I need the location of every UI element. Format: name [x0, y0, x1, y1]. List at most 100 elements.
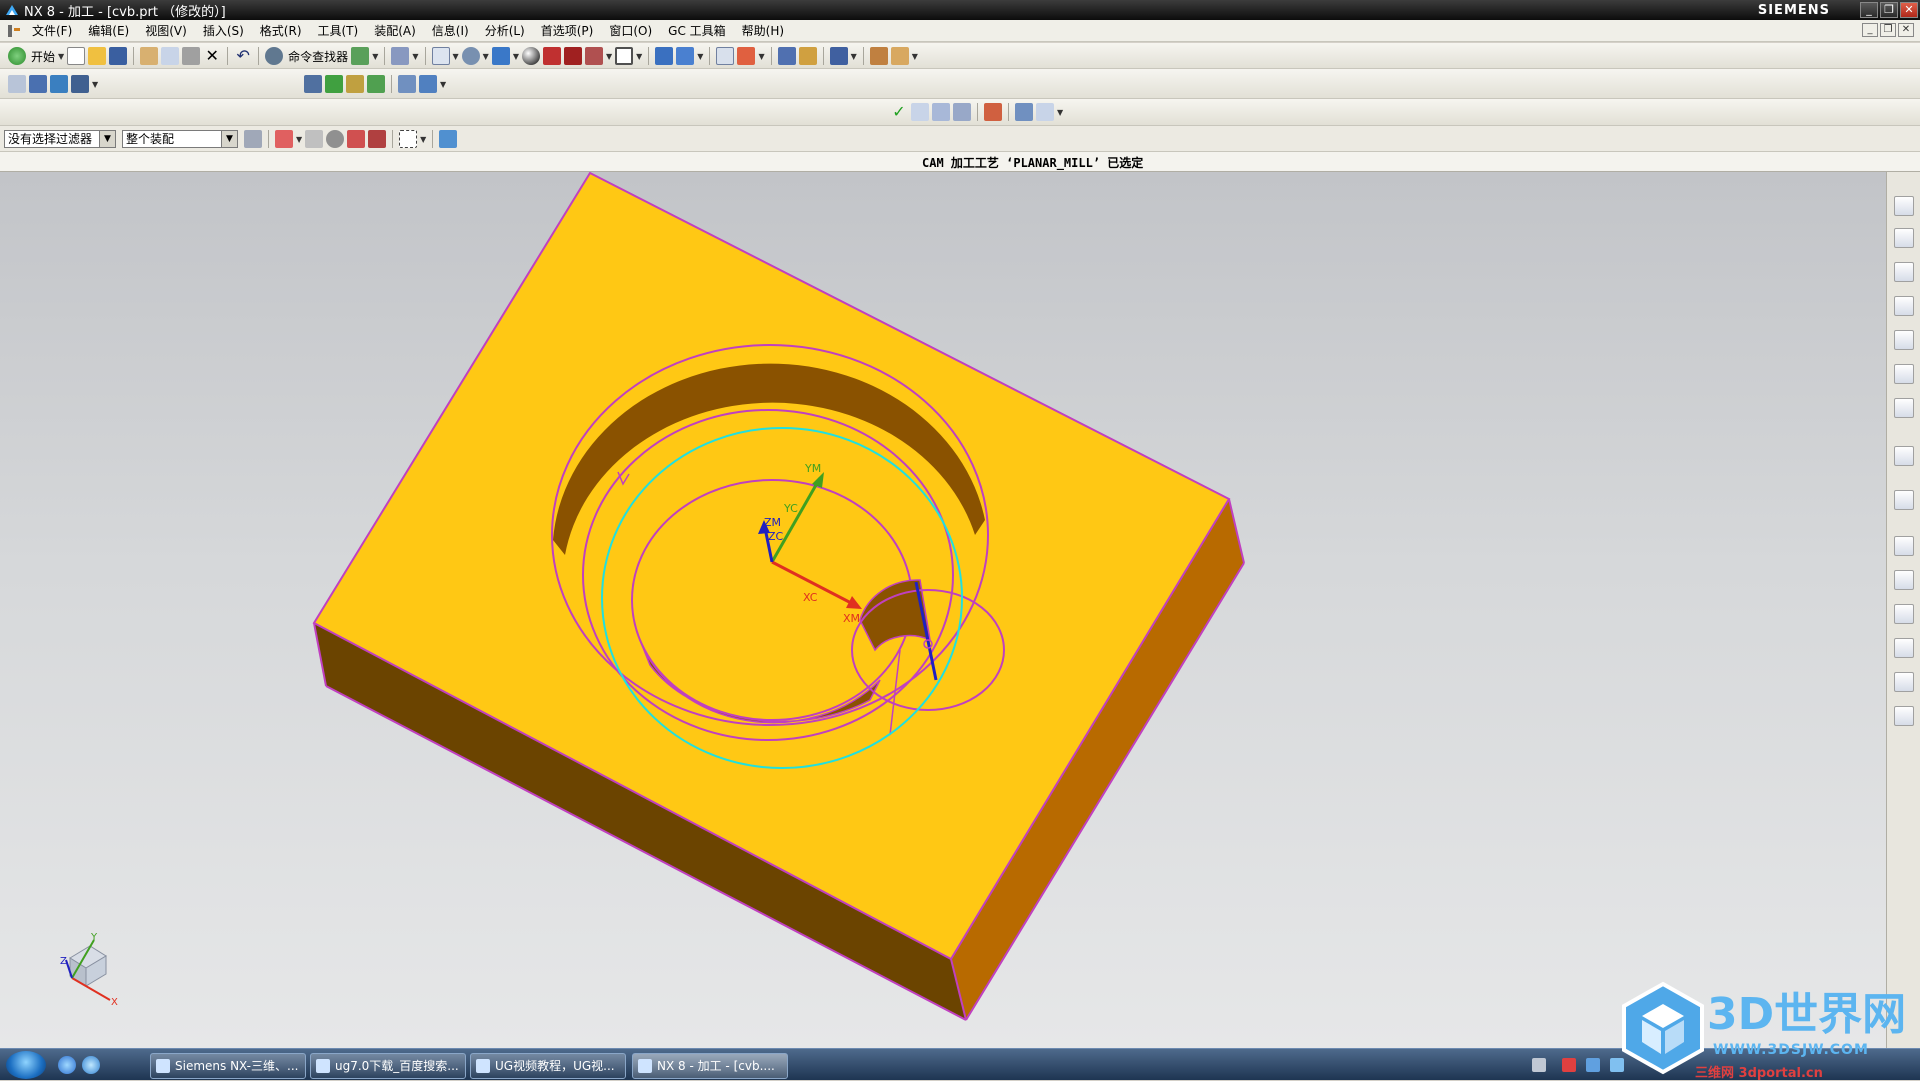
arrow-return-icon[interactable] [305, 130, 324, 148]
list-toolpath-icon[interactable] [346, 75, 364, 93]
menu-view[interactable]: 视图(V) [137, 22, 195, 39]
start-icon[interactable] [8, 47, 26, 65]
menu-edit[interactable]: 编辑(E) [80, 22, 137, 39]
command-finder-button[interactable]: 命令查找器 [288, 48, 348, 65]
ruler-icon[interactable] [869, 47, 888, 65]
menu-tools[interactable]: 工具(T) [310, 22, 367, 39]
ie-icon[interactable] [58, 1056, 76, 1074]
chevron-down-icon[interactable]: ▼ [606, 52, 612, 61]
move-icon[interactable] [829, 47, 848, 65]
palette-library-icon[interactable] [1894, 398, 1914, 418]
minimize-button[interactable]: _ [1860, 2, 1878, 18]
chevron-down-icon[interactable]: ▼ [296, 135, 302, 144]
doc-close-button[interactable]: ✕ [1898, 23, 1914, 37]
undo-icon[interactable]: ↶ [234, 47, 252, 65]
flag-icon[interactable] [984, 103, 1002, 121]
web-browser-icon[interactable] [1894, 446, 1914, 466]
tray-network-icon[interactable] [1586, 1058, 1600, 1072]
display-icon[interactable] [1015, 103, 1033, 121]
selection-icon[interactable] [391, 47, 410, 65]
taskbar-button-2[interactable]: ug7.0下载_百度搜索... [310, 1053, 466, 1079]
export-icon[interactable] [1036, 103, 1054, 121]
part-navigator-icon[interactable] [1894, 262, 1914, 282]
rotate-view-icon[interactable] [461, 47, 480, 65]
reuse-library-icon[interactable] [1894, 364, 1914, 384]
menu-format[interactable]: 格式(R) [252, 22, 310, 39]
doc-restore-button[interactable]: ❐ [1880, 23, 1896, 37]
wireframe-cube-icon[interactable] [584, 47, 603, 65]
network-icon[interactable] [777, 47, 796, 65]
menu-information[interactable]: 信息(I) [424, 22, 477, 39]
roles-icon[interactable] [1894, 672, 1914, 692]
type-filter-select[interactable]: 没有选择过滤器 ▼ [4, 130, 116, 148]
chevron-down-icon[interactable]: ▼ [92, 80, 98, 89]
chevron-down-icon[interactable]: ▼ [440, 80, 446, 89]
replay-toolpath-icon[interactable] [325, 75, 343, 93]
delete-icon[interactable]: ✕ [203, 47, 221, 65]
postprocess-icon[interactable] [398, 75, 416, 93]
create-method-icon[interactable] [71, 75, 89, 93]
operation-3-icon[interactable] [953, 103, 971, 121]
box-select-icon[interactable] [399, 130, 418, 148]
analysis-icon[interactable] [716, 47, 735, 65]
chevron-down-icon[interactable]: ▼ [513, 52, 519, 61]
keyboard-icon[interactable] [1532, 1058, 1546, 1072]
save-icon[interactable] [109, 47, 128, 65]
machine-tool-navigator-icon[interactable] [1894, 228, 1914, 248]
general-selection-icon[interactable] [244, 130, 262, 148]
chevron-down-icon[interactable]: ▼ [912, 52, 918, 61]
snap-icon[interactable] [655, 47, 674, 65]
wand-icon[interactable] [368, 130, 387, 148]
cut-icon[interactable] [140, 47, 159, 65]
measure-icon[interactable] [737, 47, 756, 65]
feature-navigator-icon[interactable] [1894, 330, 1914, 350]
menu-gc-toolkit[interactable]: GC 工具箱 [660, 22, 734, 39]
chevron-down-icon[interactable]: ▼ [453, 52, 459, 61]
layer-box-icon[interactable] [615, 47, 634, 65]
maximize-button[interactable]: ❐ [1880, 2, 1898, 18]
menu-file[interactable]: 文件(F) [24, 22, 80, 39]
menu-window[interactable]: 窗口(O) [601, 22, 660, 39]
operation-1-icon[interactable] [911, 103, 929, 121]
palette-icon[interactable] [890, 47, 909, 65]
taskbar-button-4[interactable]: NX 8 - 加工 - [cvb.... [632, 1053, 788, 1079]
manufacturing-wizard-icon[interactable] [1894, 638, 1914, 658]
chevron-down-icon[interactable]: ▼ [420, 135, 426, 144]
shaded-view-icon[interactable] [491, 47, 510, 65]
menu-help[interactable]: 帮助(H) [734, 22, 792, 39]
chevron-down-icon[interactable]: ▼ [412, 52, 418, 61]
chevron-down-icon[interactable]: ▼ [372, 52, 378, 61]
taskbar-button-3[interactable]: UG视频教程，UG视... [470, 1053, 626, 1079]
copy-icon[interactable] [161, 47, 180, 65]
menu-insert[interactable]: 插入(S) [195, 22, 252, 39]
document-icon[interactable] [1894, 490, 1914, 510]
create-tool-icon[interactable] [29, 75, 47, 93]
start-button[interactable] [6, 1051, 46, 1079]
menu-assembly[interactable]: 装配(A) [366, 22, 424, 39]
snap-point-icon[interactable] [275, 130, 293, 148]
menu-analysis[interactable]: 分析(L) [477, 22, 533, 39]
operation-navigator-icon[interactable] [1894, 196, 1914, 216]
intersect-icon[interactable] [326, 130, 345, 148]
paste-icon[interactable] [182, 47, 201, 65]
assembly-navigator-icon[interactable] [1894, 296, 1914, 316]
checkmark-icon[interactable]: ✓ [890, 103, 908, 121]
solid-cube-icon[interactable] [563, 47, 582, 65]
chevron-down-icon[interactable]: ▼ [697, 52, 703, 61]
cursor-icon[interactable] [347, 130, 366, 148]
sphere-icon[interactable] [521, 47, 540, 65]
create-geometry-icon[interactable] [50, 75, 68, 93]
scope-select[interactable]: 整个装配 ▼ [122, 130, 238, 148]
chevron-down-icon[interactable]: ▼ [221, 131, 237, 147]
doc-minimize-button[interactable]: _ [1862, 23, 1878, 37]
start-button[interactable]: 开始 [31, 48, 55, 65]
create-program-icon[interactable] [8, 75, 26, 93]
chevron-down-icon[interactable]: ▼ [58, 52, 64, 61]
tray-app-icon[interactable] [1562, 1058, 1576, 1072]
taskbar-button-1[interactable]: Siemens NX-三维、... [150, 1053, 306, 1079]
history-icon[interactable] [1894, 536, 1914, 556]
verify-toolpath-icon[interactable] [367, 75, 385, 93]
chevron-down-icon[interactable]: ▼ [758, 52, 764, 61]
chevron-down-icon[interactable]: ▼ [851, 52, 857, 61]
fit-view-icon[interactable] [431, 47, 450, 65]
